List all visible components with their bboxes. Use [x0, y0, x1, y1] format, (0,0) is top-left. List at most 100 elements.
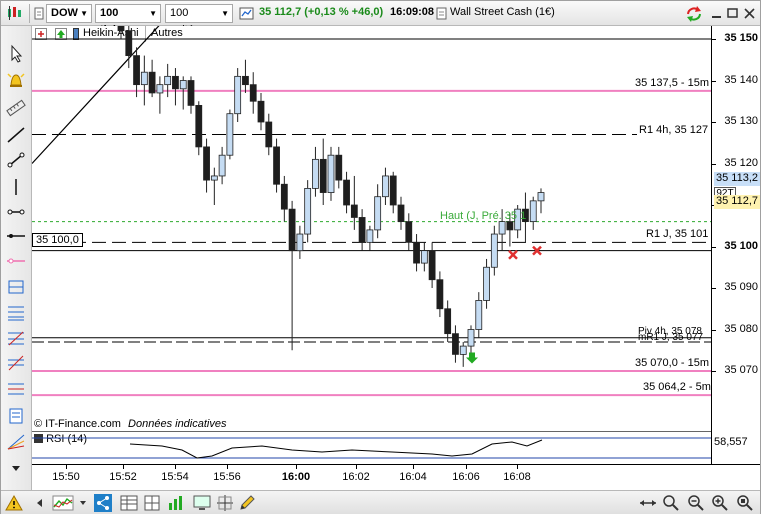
candle-body — [475, 300, 483, 330]
price-tick — [712, 371, 716, 372]
pan-icon[interactable] — [638, 493, 658, 513]
symbol-dropdown[interactable]: DOW ▼ — [46, 4, 92, 23]
screen-icon[interactable] — [192, 493, 212, 513]
candle-body — [203, 146, 210, 181]
candle-body — [350, 204, 358, 218]
zoom-out-icon[interactable] — [686, 493, 706, 513]
chart-settings-icon[interactable] — [239, 4, 255, 23]
candle-body — [249, 84, 257, 102]
ruler-icon[interactable] — [5, 98, 27, 118]
gann-icon[interactable] — [5, 432, 27, 452]
crosshair-icon[interactable] — [215, 493, 235, 513]
time-tick — [413, 465, 414, 469]
candle-body — [420, 250, 428, 264]
candle-body — [195, 105, 203, 148]
trendline — [31, 21, 163, 164]
price-tick-label: 35 090 — [724, 281, 758, 293]
units-dropdown[interactable]: 100 unités▼ — [165, 4, 233, 36]
minimize-icon[interactable] — [709, 4, 725, 23]
quote-time: 16:09:08 — [390, 6, 435, 18]
time-tick — [227, 465, 228, 469]
price-tick-label: 35 150 — [724, 32, 758, 44]
table-icon[interactable] — [119, 493, 139, 513]
chevron-down-icon: ▼ — [80, 9, 88, 18]
zoom-box-icon[interactable] — [661, 493, 681, 513]
fib-time-icon[interactable] — [5, 379, 27, 399]
price-tick-label: 35 120 — [724, 156, 758, 169]
maximize-icon[interactable] — [725, 4, 741, 23]
source-text: © IT-Finance.com — [34, 418, 121, 430]
time-tick — [175, 465, 176, 469]
candle-body — [490, 233, 498, 268]
candle-body — [358, 217, 366, 243]
source-watermark: © IT-Finance.com Données indicatives — [34, 418, 226, 430]
bottom-toolbar — [1, 490, 760, 514]
time-tick — [66, 465, 67, 469]
zoom-reset-icon[interactable] — [735, 493, 755, 513]
pink-line-icon[interactable] — [5, 251, 27, 271]
bar-chart-icon[interactable] — [166, 493, 186, 513]
time-tick-label: 16:02 — [342, 471, 370, 483]
horizontal-segment-icon[interactable] — [5, 202, 27, 222]
scroll-left-icon[interactable] — [33, 493, 47, 513]
fib-extension-icon[interactable] — [5, 328, 27, 348]
candle-body — [117, 22, 125, 32]
time-tick-label: 16:08 — [503, 471, 531, 483]
fib-fan-icon[interactable] — [5, 353, 27, 373]
candle-body — [483, 266, 490, 301]
indicator-icon[interactable] — [51, 493, 75, 513]
symbol-value: DOW — [51, 7, 78, 19]
pitchfork-icon[interactable] — [5, 406, 27, 426]
close-icon[interactable] — [742, 4, 758, 23]
rsi-line — [129, 439, 543, 459]
warning-icon[interactable] — [4, 493, 24, 513]
alert-bell-icon[interactable] — [5, 71, 27, 91]
candle-body — [179, 80, 187, 90]
ticks-dropdown[interactable]: 100 ticks▼ — [95, 4, 161, 36]
candle-body — [140, 71, 148, 86]
share-icon[interactable] — [93, 493, 113, 513]
grid-icon[interactable] — [142, 493, 162, 513]
horizontal-line-icon[interactable] — [5, 226, 27, 246]
level-label-137: 35 137,5 - 15m — [633, 77, 711, 89]
pencil-icon[interactable] — [237, 493, 257, 513]
candle-body — [366, 229, 374, 243]
price-box-left[interactable]: 35 100,0 — [32, 233, 83, 247]
chart-type-icon[interactable] — [5, 4, 25, 23]
trendline-icon[interactable] — [5, 125, 27, 145]
refresh-icon[interactable] — [684, 4, 704, 23]
price-axis[interactable]: 35 15035 14035 13035 12035 11035 10035 0… — [711, 26, 760, 464]
vertical-line-icon[interactable] — [5, 177, 27, 197]
candle-body — [537, 192, 545, 202]
segment-icon[interactable] — [5, 150, 27, 170]
indicator-menu-icon[interactable] — [77, 493, 89, 513]
time-axis[interactable]: 15:50 15:52 15:54 15:56 16:00 16:02 16:04 16:06… — [32, 464, 760, 490]
symbol-edit-icon[interactable] — [33, 4, 45, 23]
fibonacci-icon[interactable] — [5, 303, 27, 323]
more-tools-icon[interactable] — [5, 458, 27, 478]
candle-body — [444, 308, 452, 335]
candle-body — [187, 80, 195, 106]
time-tick-label: 15:52 — [109, 471, 137, 483]
candle-body — [234, 75, 242, 115]
time-tick — [296, 465, 297, 469]
candle-body — [265, 121, 273, 148]
rsi-panel[interactable] — [32, 432, 712, 464]
level-label-070: 35 070,0 - 15m — [633, 357, 711, 369]
drawing-toolbar — [1, 26, 32, 491]
document-icon[interactable] — [436, 4, 448, 23]
candle-body — [327, 154, 335, 193]
cursor-icon[interactable] — [5, 44, 27, 64]
price-chart[interactable] — [31, 14, 712, 464]
chart-area[interactable]: 35 137,5 - 15m R1 4h, 35 127 Haut (J, Pr… — [31, 14, 713, 464]
price-tick — [712, 246, 716, 248]
price-tick — [712, 39, 716, 40]
last-price-tag: 35 112,7 — [714, 195, 760, 209]
zoom-in-icon[interactable] — [710, 493, 730, 513]
level-label-064: 35 064,2 - 5m — [641, 381, 713, 393]
time-tick-label: 15:50 — [52, 471, 80, 483]
candle-body — [405, 221, 413, 243]
channel-icon[interactable] — [5, 277, 27, 297]
level-label-r1-4h: R1 4h, 35 127 — [637, 124, 711, 136]
time-tick-label: 16:00 — [281, 471, 311, 483]
